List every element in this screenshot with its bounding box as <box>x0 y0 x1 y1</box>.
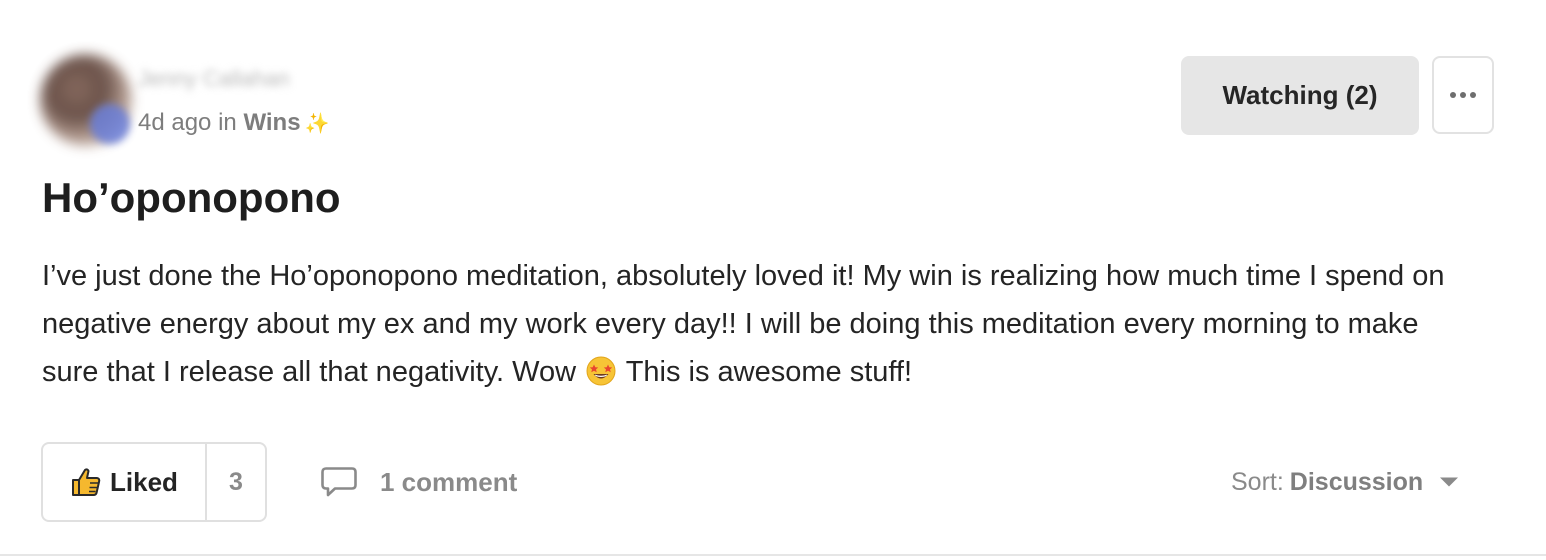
sparkles-icon: ✨ <box>304 113 330 135</box>
author-name[interactable]: Jenny Callahan <box>138 64 364 94</box>
post-in-word: in <box>218 109 237 136</box>
star-struck-emoji-icon <box>586 356 616 386</box>
watching-button[interactable]: Watching (2) <box>1181 56 1419 135</box>
thumbs-up-icon <box>72 468 101 496</box>
divider <box>0 554 1546 556</box>
comments-count-label: 1 comment <box>380 466 518 497</box>
sort-prefix: Sort: <box>1231 467 1284 496</box>
like-count[interactable]: 3 <box>207 444 265 520</box>
more-horizontal-icon <box>1450 92 1476 98</box>
speech-bubble-icon <box>321 467 357 497</box>
like-control: Liked 3 <box>41 442 267 522</box>
post-title: Ho’oponopono <box>42 174 341 221</box>
sort-value: Discussion <box>1289 467 1424 496</box>
sort-dropdown[interactable]: Sort: Discussion <box>1231 464 1459 500</box>
comments-link[interactable]: 1 comment <box>320 462 517 502</box>
post-meta: 4d ago in Wins ✨ <box>138 108 329 139</box>
post-body-text-2: This is awesome stuff! <box>625 356 913 388</box>
post-time: 4d ago <box>138 109 212 136</box>
more-options-button[interactable] <box>1432 56 1494 134</box>
post-body: I’ve just done the Ho’oponopono meditati… <box>42 252 1482 396</box>
post-category-link[interactable]: Wins <box>243 109 300 136</box>
like-button[interactable]: Liked <box>43 444 207 520</box>
avatar-badge <box>90 104 130 144</box>
caret-down-icon <box>1440 477 1459 487</box>
like-label: Liked <box>110 466 178 497</box>
